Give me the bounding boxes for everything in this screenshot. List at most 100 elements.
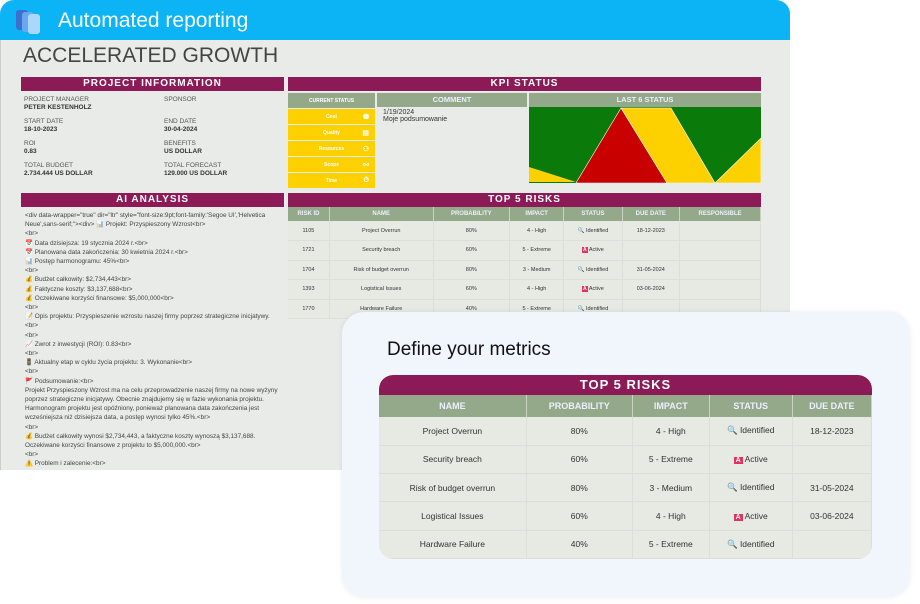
info-field: BENEFITSUS DOLLAR — [164, 140, 284, 155]
field-value: 0.83 — [24, 148, 164, 155]
info-field: SPONSOR — [164, 96, 284, 111]
ai-line: <br> — [25, 423, 280, 432]
table-row: Project Overrun80%4 - High🔍 Identified18… — [379, 417, 872, 445]
info-field: END DATE30-04-2024 — [164, 118, 284, 133]
field-value: US DOLLAR — [164, 148, 284, 155]
cell-name: Risk of budget overrun — [329, 260, 433, 280]
cell-id: 1105 — [288, 221, 329, 241]
search-icon: 🔍 — [727, 482, 738, 492]
info-field: TOTAL FORECAST129.000 US DOLLAR — [164, 162, 284, 177]
cell-name: Project Overrun — [379, 417, 526, 445]
cell-name: Risk of budget overrun — [379, 474, 526, 502]
field-value: 2.734.444 US DOLLAR — [24, 170, 164, 177]
ai-line: 📅 Data dzisiejsza: 19 stycznia 2024 r.<b… — [25, 239, 280, 248]
cell-id: 1393 — [288, 280, 329, 300]
cell-due: 03-06-2024 — [792, 502, 871, 530]
column-header: STATUS — [709, 395, 792, 417]
field-label: START DATE — [24, 118, 164, 125]
active-icon: A — [734, 457, 743, 464]
ai-line: <br> — [25, 303, 280, 312]
column-header: PROBABILITY — [526, 395, 632, 417]
field-value: 129.000 US DOLLAR — [164, 170, 284, 177]
cell-prob: 40% — [526, 530, 632, 558]
field-label: TOTAL FORECAST — [164, 162, 284, 169]
column-header: RESPONSIBLE — [680, 207, 761, 221]
column-header: IMPACT — [632, 395, 709, 417]
ai-line: <br> — [25, 367, 280, 376]
cell-prob: 60% — [526, 502, 632, 530]
column-header: PROBABILITY — [433, 207, 510, 221]
clipboard-icon: ▤ — [362, 129, 369, 137]
ai-line: <br> — [25, 349, 280, 358]
table-row: 1105Project Overrun80%4 - High🔍 Identifi… — [288, 221, 761, 241]
field-label: SPONSOR — [164, 96, 284, 103]
status-label: Identified — [740, 539, 775, 549]
ai-line: <div data-wrapper="true" dir="ltr" style… — [25, 211, 280, 229]
search-icon: 🔍 — [727, 425, 738, 435]
cell-prob: 80% — [526, 474, 632, 502]
cell-resp — [680, 260, 761, 280]
column-header: STATUS — [564, 207, 622, 221]
status-label: Identified — [740, 425, 775, 435]
top-risks-panel: TOP 5 RISKS RISK IDNAMEPROBABILITYIMPACT… — [288, 193, 761, 319]
cell-impact: 5 - Extreme — [632, 445, 709, 473]
banner-title: Automated reporting — [58, 9, 248, 33]
cell-resp — [680, 280, 761, 300]
page-title: ACCELERATED GROWTH — [23, 44, 278, 68]
column-header: LAST 6 STATUS — [529, 93, 761, 107]
ai-line: 💰 Faktyczne koszty: $3,137,688<br> — [25, 285, 280, 294]
section-header: TOP 5 RISKS — [288, 193, 761, 207]
column-header: DUE DATE — [792, 395, 871, 417]
status-label: Identified — [586, 306, 608, 312]
search-icon: 🔍 — [578, 228, 585, 234]
last-6-status-column: LAST 6 STATUS — [529, 93, 761, 200]
ai-line: 💰 Oczekiwane korzyści finansowe: $5,000,… — [25, 294, 280, 303]
column-header: CURRENT STATUS — [288, 93, 375, 108]
search-icon: 🔍 — [727, 539, 738, 549]
cell-status: A Active — [564, 241, 622, 261]
section-header: KPI STATUS — [288, 77, 761, 91]
status-label: Active — [589, 286, 604, 292]
risks-table: RISK IDNAMEPROBABILITYIMPACTSTATUSDUE DA… — [288, 207, 761, 319]
cell-impact: 3 - Medium — [632, 474, 709, 502]
field-value: 18-10-2023 — [24, 126, 164, 133]
column-header: RISK ID — [288, 207, 329, 221]
info-field: TOTAL BUDGET2.734.444 US DOLLAR — [24, 162, 164, 177]
info-field: ROI0.83 — [24, 140, 164, 155]
cell-due — [792, 445, 871, 473]
ai-line: Projekt Przyspieszony Wzrost ma na celu … — [25, 386, 280, 423]
status-label: Identified — [586, 228, 608, 234]
active-icon: A — [582, 247, 588, 253]
cell-status: A Active — [564, 280, 622, 300]
status-quality: Quality▤ — [288, 125, 375, 140]
stopwatch-icon: ⏱ — [364, 177, 369, 185]
cell-impact: 4 - High — [632, 417, 709, 445]
comment-text: Moje podsumowanie — [377, 116, 527, 125]
ai-line: 📅 Planowana data zakończenia: 30 kwietni… — [25, 248, 280, 257]
active-icon: A — [582, 286, 588, 292]
cell-due: 03-06-2024 — [622, 280, 679, 300]
cell-prob: 80% — [433, 260, 510, 280]
table-row: Logistical Issues60%4 - HighA Active03-0… — [379, 502, 872, 530]
cell-impact: 3 - Medium — [510, 260, 564, 280]
card-title: Define your metrics — [387, 339, 551, 361]
ai-line: 🚩 Podsumowanie:<br> — [25, 377, 280, 386]
cell-due: 31-05-2024 — [622, 260, 679, 280]
table-row: 1721Security breach60%5 - ExtremeA Activ… — [288, 241, 761, 261]
status-label: Active — [589, 247, 604, 253]
ai-analysis-text: <div data-wrapper="true" dir="ltr" style… — [21, 207, 284, 470]
field-label: ROI — [24, 140, 164, 147]
cell-impact: 5 - Extreme — [632, 530, 709, 558]
cell-status: 🔍 Identified — [709, 530, 792, 558]
ai-line: 📊 Postęp harmonogramu: 45%<br> — [25, 257, 280, 266]
cell-status: 🔍 Identified — [564, 221, 622, 241]
status-label: Identified — [740, 482, 775, 492]
field-label: PROJECT MANAGER — [24, 96, 164, 103]
ai-line: 💰 Budżet całkowity: $2,734,443<br> — [25, 275, 280, 284]
status-resources: Resources⚇ — [288, 141, 375, 156]
cell-impact: 5 - Extreme — [510, 241, 564, 261]
ai-line: <br> — [25, 450, 280, 459]
status-label: Active — [745, 511, 768, 521]
search-icon: 🔍 — [578, 267, 585, 273]
cell-status: A Active — [709, 445, 792, 473]
